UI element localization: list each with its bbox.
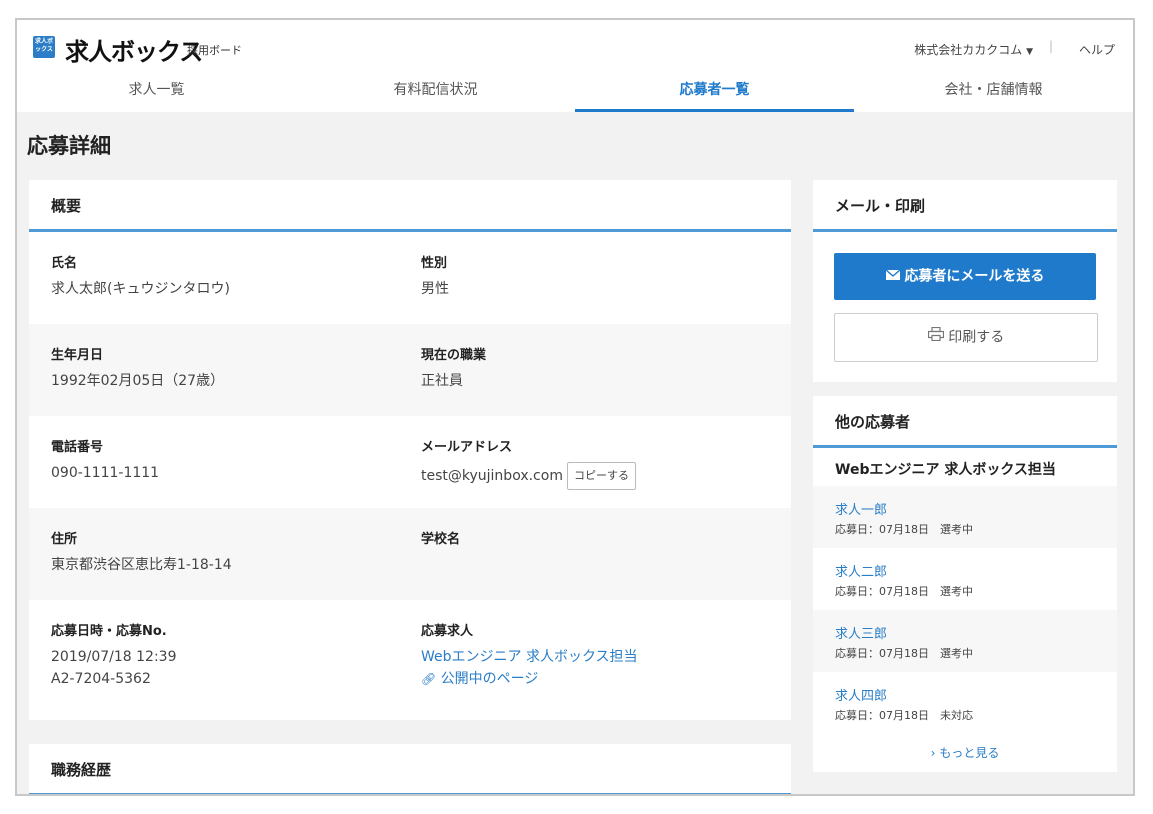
print-label: 印刷する bbox=[948, 329, 1005, 346]
list-item: 求人四郎 応募日：07月18日 未対応 bbox=[813, 672, 1117, 734]
help-link[interactable]: ヘルプ bbox=[1079, 41, 1115, 58]
occupation-value: 正社員 bbox=[421, 373, 463, 389]
phone-label: 電話番号 bbox=[51, 440, 104, 455]
applied-label: 応募日時・応募No. bbox=[51, 624, 167, 639]
mail-print-heading: メール・印刷 bbox=[813, 180, 1117, 232]
applicant-meta: 応募日：07月18日 選考中 bbox=[835, 523, 973, 536]
printer-icon bbox=[927, 314, 944, 361]
applicant-link[interactable]: 求人三郎 bbox=[835, 623, 1095, 642]
email-field: メールアドレス test@kyujinbox.com コピーする bbox=[421, 436, 781, 490]
applicant-link[interactable]: 求人二郎 bbox=[835, 561, 1095, 580]
mail-icon bbox=[885, 253, 901, 300]
applicant-link[interactable]: 求人一郎 bbox=[835, 499, 1095, 518]
birth-field: 生年月日 1992年02月05日（27歳） bbox=[51, 344, 411, 392]
info-row: 電話番号 090-1111-1111 メールアドレス test@kyujinbo… bbox=[29, 416, 791, 508]
other-applicants-heading: 他の応募者 bbox=[813, 396, 1117, 448]
copy-email-button[interactable]: コピーする bbox=[566, 462, 636, 490]
career-card: 職務経歴 bbox=[29, 744, 791, 794]
birth-label: 生年月日 bbox=[51, 348, 104, 363]
info-row: 生年月日 1992年02月05日（27歳） 現在の職業 正社員 bbox=[29, 324, 791, 416]
list-item: 求人二郎 応募日：07月18日 選考中 bbox=[813, 548, 1117, 610]
company-name: 株式会社カカクコム bbox=[914, 43, 1023, 57]
info-row: 氏名 求人太郎(キュウジンタロウ) 性別 男性 bbox=[29, 232, 791, 324]
info-row: 住所 東京都渋谷区恵比寿1-18-14 学校名 bbox=[29, 508, 791, 600]
address-value: 東京都渋谷区恵比寿1-18-14 bbox=[51, 557, 232, 573]
applicant-meta: 応募日：07月18日 選考中 bbox=[835, 585, 973, 598]
chevron-right-icon: › bbox=[930, 746, 936, 760]
career-heading: 職務経歴 bbox=[29, 744, 791, 794]
send-mail-button[interactable]: 応募者にメールを送る bbox=[834, 253, 1096, 300]
phone-field: 電話番号 090-1111-1111 bbox=[51, 436, 411, 484]
mail-print-card: メール・印刷 応募者にメールを送る 印刷する bbox=[813, 180, 1117, 382]
gender-value: 男性 bbox=[421, 281, 449, 297]
school-label: 学校名 bbox=[421, 532, 461, 547]
name-field: 氏名 求人太郎(キュウジンタロウ) bbox=[51, 252, 411, 300]
logo-subtitle: 採用ボード bbox=[187, 44, 242, 57]
app-window: 求人ボックス 求人ボックス 採用ボード 株式会社カカクコム ▼ | ヘルプ 求人… bbox=[15, 18, 1135, 796]
print-button[interactable]: 印刷する bbox=[834, 313, 1098, 362]
gender-field: 性別 男性 bbox=[421, 252, 781, 300]
applied-date: 2019/07/18 12:39 bbox=[51, 649, 177, 665]
address-field: 住所 東京都渋谷区恵比寿1-18-14 bbox=[51, 528, 411, 576]
logo[interactable]: 求人ボックス bbox=[65, 32, 203, 67]
occupation-field: 現在の職業 正社員 bbox=[421, 344, 781, 392]
other-applicants-card: 他の応募者 Webエンジニア 求人ボックス担当 求人一郎 応募日：07月18日 … bbox=[813, 396, 1117, 772]
occupation-label: 現在の職業 bbox=[421, 348, 487, 363]
tab-job-list[interactable]: 求人一覧 bbox=[17, 75, 296, 112]
overview-heading: 概要 bbox=[29, 180, 791, 232]
public-page-link[interactable]: 🔗︎ 公開中のページ bbox=[421, 668, 781, 690]
applied-field: 応募日時・応募No. 2019/07/18 12:39 A2-7204-5362 bbox=[51, 620, 411, 690]
gender-label: 性別 bbox=[421, 256, 448, 271]
birth-value: 1992年02月05日（27歳） bbox=[51, 373, 225, 389]
applicant-link[interactable]: 求人四郎 bbox=[835, 685, 1095, 704]
show-more-label: もっと見る bbox=[939, 746, 1000, 760]
tab-applicants[interactable]: 応募者一覧 bbox=[575, 75, 854, 112]
applied-number: A2-7204-5362 bbox=[51, 671, 151, 687]
send-mail-label: 応募者にメールを送る bbox=[904, 268, 1045, 285]
applicant-meta: 応募日：07月18日 未対応 bbox=[835, 709, 973, 722]
page-title: 応募詳細 bbox=[27, 134, 111, 158]
job-label: 応募求人 bbox=[421, 624, 474, 639]
address-label: 住所 bbox=[51, 532, 78, 547]
email-row: test@kyujinbox.com コピーする bbox=[421, 462, 781, 490]
main-tabs: 求人一覧 有料配信状況 応募者一覧 会社・店舗情報 bbox=[17, 75, 1133, 112]
name-value: 求人太郎(キュウジンタロウ) bbox=[51, 281, 230, 297]
applicant-meta: 応募日：07月18日 選考中 bbox=[835, 647, 973, 660]
header-separator: | bbox=[1048, 39, 1053, 53]
info-row: 応募日時・応募No. 2019/07/18 12:39 A2-7204-5362… bbox=[29, 600, 791, 715]
phone-value: 090-1111-1111 bbox=[51, 465, 160, 481]
other-job-title: Webエンジニア 求人ボックス担当 bbox=[813, 448, 1117, 486]
show-more-link[interactable]: › もっと見る bbox=[813, 734, 1117, 761]
tab-paid-delivery[interactable]: 有料配信状況 bbox=[296, 75, 575, 112]
overview-card: 概要 氏名 求人太郎(キュウジンタロウ) 性別 男性 生年月日 1992年02月… bbox=[29, 180, 791, 720]
caret-down-icon: ▼ bbox=[1026, 47, 1033, 57]
email-value: test@kyujinbox.com bbox=[421, 468, 563, 484]
tab-company-info[interactable]: 会社・店舗情報 bbox=[854, 75, 1133, 112]
email-label: メールアドレス bbox=[421, 440, 513, 455]
header: 求人ボックス 求人ボックス 採用ボード 株式会社カカクコム ▼ | ヘルプ 求人… bbox=[17, 20, 1133, 112]
public-page-label: 公開中のページ bbox=[440, 671, 539, 687]
school-field: 学校名 bbox=[421, 528, 781, 554]
company-menu[interactable]: 株式会社カカクコム ▼ bbox=[914, 41, 1033, 58]
list-item: 求人一郎 応募日：07月18日 選考中 bbox=[813, 486, 1117, 548]
name-label: 氏名 bbox=[51, 256, 78, 271]
job-link[interactable]: Webエンジニア 求人ボックス担当 bbox=[421, 646, 781, 668]
logo-icon: 求人ボックス bbox=[33, 36, 55, 58]
link-icon: 🔗︎ bbox=[421, 672, 437, 686]
job-field: 応募求人 Webエンジニア 求人ボックス担当 🔗︎ 公開中のページ bbox=[421, 620, 781, 690]
list-item: 求人三郎 応募日：07月18日 選考中 bbox=[813, 610, 1117, 672]
